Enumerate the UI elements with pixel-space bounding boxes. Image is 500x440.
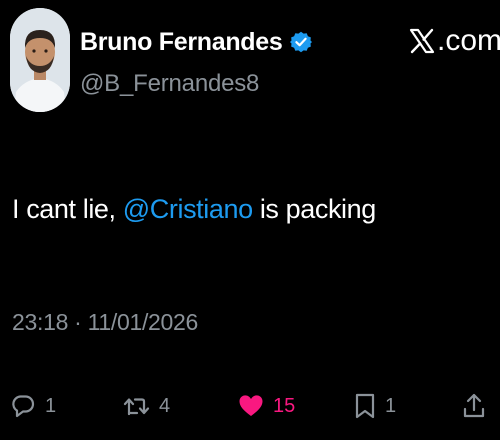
tweet-text-after: is packing [252,194,376,224]
author-name-row: Bruno Fernandes [80,26,313,58]
reply-count: 1 [45,394,57,417]
mention-link[interactable]: @Cristiano [123,194,253,224]
bookmark-icon [355,393,375,419]
retweet-button[interactable]: 4 [122,386,170,426]
source-domain-text: .com [437,24,500,57]
bookmark-button[interactable]: 1 [354,386,396,426]
retweet-count: 4 [159,394,171,417]
like-button[interactable]: 15 [238,386,295,426]
avatar-photo [10,8,70,112]
tweet-timestamp[interactable]: 23:18 · 11/01/2026 [12,309,198,336]
reply-icon [12,395,35,418]
heart-icon [239,395,263,416]
tweet-text-before: I cant lie, [12,194,123,224]
retweet-icon [123,398,150,416]
reply-button[interactable]: 1 [10,386,56,426]
bookmark-count: 1 [385,394,397,417]
tweet-text: I cant lie, @Cristiano is packing [12,194,376,225]
like-count: 15 [273,394,296,417]
author-avatar[interactable] [10,8,70,112]
x-logo-icon [409,28,435,54]
author-handle[interactable]: @B_Fernandes8 [80,70,259,98]
action-bar: 1 4 15 1 [0,386,500,426]
verified-badge-icon [290,31,313,53]
share-icon [463,393,485,418]
author-display-name[interactable]: Bruno Fernandes [80,28,283,57]
share-button[interactable] [462,386,486,426]
source-label: .com [408,24,500,58]
